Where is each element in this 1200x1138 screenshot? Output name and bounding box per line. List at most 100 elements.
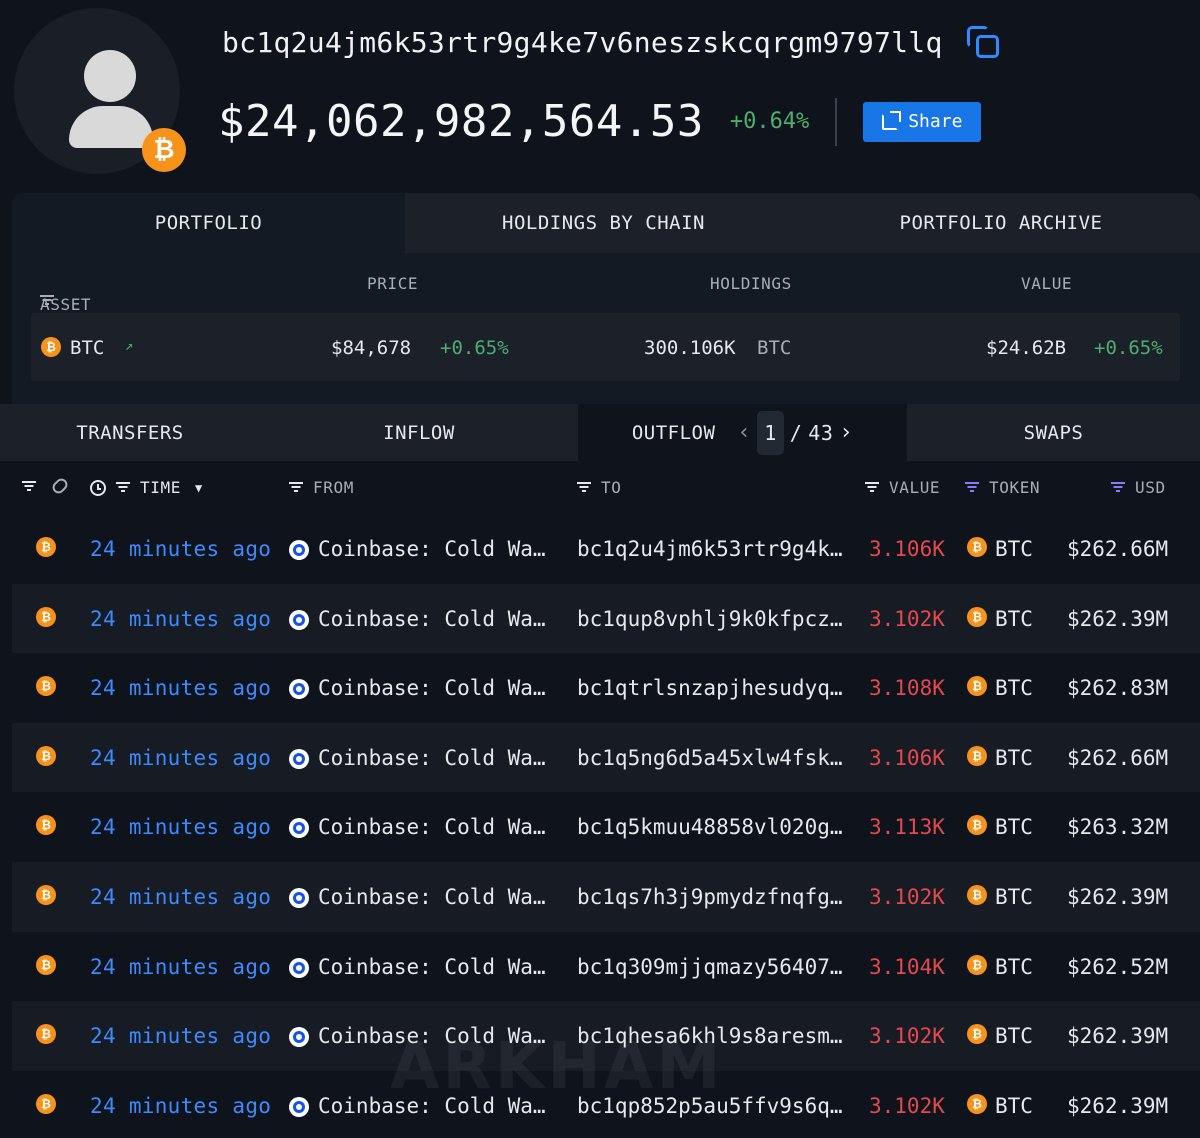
transfer-to[interactable]: bc1qhesa6khl9s8aresm… (577, 1024, 843, 1048)
transfer-value: 3.106K (869, 745, 945, 770)
transfer-token[interactable]: BTC (995, 676, 1033, 700)
transfers-header: TIME ▼ FROM TO VALUE TOKEN USD (0, 462, 1200, 512)
page-total: 43 (808, 420, 834, 445)
transfer-usd: $262.66M (1067, 537, 1169, 561)
transfer-to[interactable]: bc1q2u4jm6k53rtr9g4k… (577, 537, 843, 561)
table-row[interactable]: ₿ 24 minutes ago Coinbase: Cold Wa… bc1q… (12, 1071, 1200, 1138)
transfer-value: 3.102K (869, 1024, 945, 1049)
chevron-left-icon[interactable]: ‹ (737, 420, 751, 445)
transfer-usd: $262.83M (1067, 676, 1169, 701)
transfer-time[interactable]: 24 minutes ago (90, 815, 271, 839)
filter-icon[interactable] (1111, 482, 1125, 493)
transfer-to[interactable]: bc1q5kmuu48858vl020g… (577, 815, 843, 839)
transfer-token[interactable]: BTC (995, 955, 1033, 979)
tab-swaps[interactable]: SWAPS (907, 404, 1200, 461)
chevron-right-icon[interactable]: › (839, 420, 853, 445)
bitcoin-icon: ₿ (967, 815, 987, 836)
token-column-header[interactable]: TOKEN (965, 478, 1040, 497)
address-row: bc1q2u4jm6k53rtr9g4ke7v6neszskcqrgm9797l… (222, 24, 1001, 60)
transfer-from[interactable]: Coinbase: Cold Wa… (318, 746, 546, 770)
holdings-column-header[interactable]: HOLDINGS (710, 274, 792, 293)
transfer-to[interactable]: bc1qtrlsnzapjhesudyq… (577, 676, 843, 700)
transfer-time[interactable]: 24 minutes ago (90, 955, 271, 979)
type-filter[interactable] (22, 476, 70, 496)
tab-transfers[interactable]: TRANSFERS (0, 404, 260, 461)
transfer-value: 3.108K (869, 676, 945, 701)
bitcoin-icon: ₿ (36, 537, 56, 557)
filter-icon[interactable] (577, 482, 591, 493)
tab-portfolio[interactable]: PORTFOLIO (12, 193, 405, 253)
table-row[interactable]: ₿ 24 minutes ago Coinbase: Cold Wa… bc1q… (12, 514, 1200, 584)
coinbase-icon (289, 1027, 309, 1048)
time-column-header[interactable]: TIME ▼ (90, 478, 203, 497)
asset-holdings-unit: BTC (757, 337, 792, 359)
bitcoin-icon: ₿ (36, 676, 56, 697)
price-column-header[interactable]: PRICE (367, 274, 418, 293)
table-row[interactable]: ₿ 24 minutes ago Coinbase: Cold Wa… bc1q… (12, 583, 1200, 654)
transfer-token[interactable]: BTC (995, 537, 1033, 561)
transfer-from[interactable]: Coinbase: Cold Wa… (318, 1094, 546, 1118)
caret-down-icon[interactable]: ▼ (195, 481, 203, 495)
filter-icon[interactable] (865, 482, 879, 493)
copy-icon[interactable] (965, 24, 1001, 60)
transfer-time[interactable]: 24 minutes ago (90, 607, 271, 631)
transfer-token[interactable]: BTC (995, 1024, 1033, 1048)
tab-portfolio-archive[interactable]: PORTFOLIO ARCHIVE (802, 193, 1200, 253)
transfer-token[interactable]: BTC (995, 607, 1033, 631)
transfer-from[interactable]: Coinbase: Cold Wa… (318, 537, 546, 561)
transfer-from[interactable]: Coinbase: Cold Wa… (318, 607, 546, 631)
filter-icon[interactable] (22, 480, 36, 492)
transfer-token[interactable]: BTC (995, 746, 1033, 770)
transfer-time[interactable]: 24 minutes ago (90, 1094, 271, 1118)
table-row[interactable]: ₿ 24 minutes ago Coinbase: Cold Wa… bc1q… (12, 932, 1200, 1002)
transfer-token[interactable]: BTC (995, 815, 1033, 839)
portfolio-row[interactable]: ₿ BTC ↗ $84,678 +0.65% 300.106K BTC $24.… (31, 313, 1180, 381)
filter-icon[interactable] (116, 482, 130, 493)
transfer-from[interactable]: Coinbase: Cold Wa… (318, 1024, 546, 1048)
transfer-value: 3.102K (869, 606, 945, 631)
transfer-time[interactable]: 24 minutes ago (90, 537, 271, 561)
link-icon[interactable] (50, 476, 70, 496)
table-row[interactable]: ₿ 24 minutes ago Coinbase: Cold Wa… bc1q… (12, 722, 1200, 793)
transfer-from[interactable]: Coinbase: Cold Wa… (318, 885, 546, 909)
bitcoin-icon: ₿ (142, 128, 186, 172)
asset-symbol[interactable]: BTC (70, 337, 104, 359)
bitcoin-icon: ₿ (967, 954, 987, 975)
transfer-from[interactable]: Coinbase: Cold Wa… (318, 815, 546, 839)
tab-inflow[interactable]: INFLOW (260, 404, 578, 461)
to-column-header[interactable]: TO (577, 478, 621, 497)
value-column-header[interactable]: VALUE (865, 478, 940, 497)
filter-icon[interactable] (289, 482, 303, 493)
transfer-token[interactable]: BTC (995, 885, 1033, 909)
portfolio-header: ASSET PRICE HOLDINGS VALUE (40, 274, 1073, 314)
asset-price: $84,678 (331, 337, 412, 359)
page-current[interactable]: 1 (757, 410, 784, 455)
transfer-token[interactable]: BTC (995, 1094, 1033, 1118)
usd-column-header[interactable]: USD (1111, 478, 1166, 497)
transfer-to[interactable]: bc1qp852p5au5ffv9s6q… (577, 1094, 843, 1118)
transfer-time[interactable]: 24 minutes ago (90, 746, 271, 770)
transfer-time[interactable]: 24 minutes ago (90, 885, 271, 909)
transfer-to[interactable]: bc1qs7h3j9pmydzfnqfg… (577, 885, 843, 909)
table-row[interactable]: ₿ 24 minutes ago Coinbase: Cold Wa… bc1q… (12, 861, 1200, 932)
transfer-usd: $262.39M (1067, 606, 1169, 631)
tab-holdings-by-chain[interactable]: HOLDINGS BY CHAIN (405, 193, 802, 253)
transfer-to[interactable]: bc1q5ng6d5a45xlw4fsk… (577, 746, 843, 770)
asset-value: $24.62B (986, 337, 1067, 359)
transfer-from[interactable]: Coinbase: Cold Wa… (318, 955, 546, 979)
table-row[interactable]: ₿ 24 minutes ago Coinbase: Cold Wa… bc1q… (12, 653, 1200, 723)
table-row[interactable]: ₿ 24 minutes ago Coinbase: Cold Wa… bc1q… (12, 792, 1200, 862)
transfer-from[interactable]: Coinbase: Cold Wa… (318, 676, 546, 700)
coinbase-icon (289, 540, 309, 560)
transfer-to[interactable]: bc1q309mjjqmazy56407… (577, 955, 843, 979)
tab-outflow[interactable]: OUTFLOW ‹ 1 / 43 › (578, 404, 907, 461)
share-button[interactable]: Share (863, 101, 982, 142)
filter-icon[interactable] (965, 482, 979, 493)
table-row[interactable]: ₿ 24 minutes ago Coinbase: Cold Wa… bc1q… (12, 1001, 1200, 1071)
transfer-to[interactable]: bc1qup8vphlj9k0kfpcz… (577, 607, 843, 631)
transfer-time[interactable]: 24 minutes ago (90, 676, 271, 700)
bitcoin-icon: ₿ (967, 884, 987, 905)
from-column-header[interactable]: FROM (289, 478, 354, 497)
value-column-header[interactable]: VALUE (1021, 274, 1072, 293)
transfer-time[interactable]: 24 minutes ago (90, 1024, 271, 1048)
